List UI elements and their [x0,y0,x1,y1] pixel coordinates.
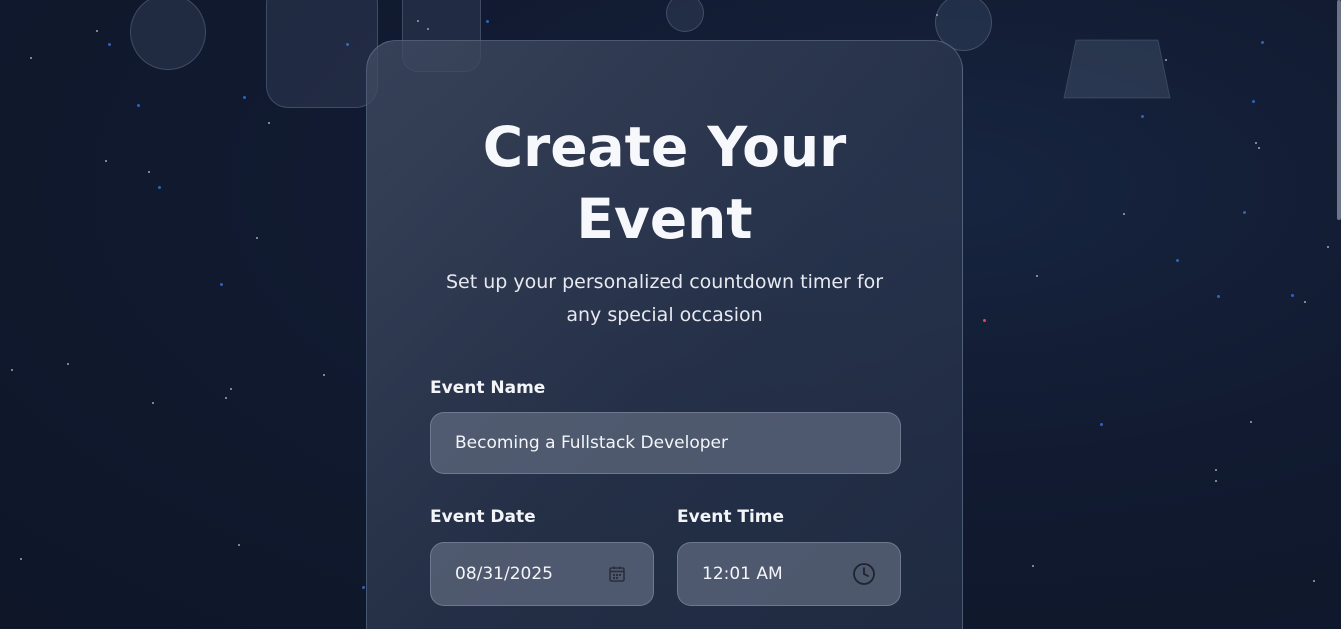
star [1217,295,1220,298]
create-event-card: Create Your Event Set up your personaliz… [366,40,963,629]
event-name-value: Becoming a Fullstack Developer [455,433,728,453]
star [983,319,986,322]
star [152,402,154,404]
star [1261,41,1264,44]
star [1252,100,1255,103]
star [1250,421,1252,423]
star [1215,469,1217,471]
star [1036,275,1038,277]
star [243,96,246,99]
star [148,171,150,173]
star [1258,147,1260,149]
star [137,104,140,107]
star [96,30,98,32]
page-scrollbar[interactable] [1337,0,1341,220]
star [20,558,22,560]
floating-square-shape [266,0,378,108]
star [486,20,489,23]
star [230,388,232,390]
event-time-label: Event Time [677,507,785,527]
star [11,369,13,371]
star [1313,580,1315,582]
star [105,160,107,162]
event-name-label: Event Name [430,378,546,398]
star [1291,294,1294,297]
star [268,122,270,124]
star [362,586,365,589]
star [238,544,240,546]
star [1100,423,1103,426]
page-title: Create Your Event [482,115,847,251]
star [1255,142,1257,144]
clock-icon[interactable] [852,562,876,586]
star [67,363,69,365]
event-time-input[interactable]: 12:01 AM [677,542,901,606]
event-date-value: 08/31/2025 [455,564,553,584]
star [225,397,227,399]
star [220,283,223,286]
star [1327,246,1329,248]
page-subtitle: Set up your personalized countdown timer… [445,271,884,326]
star [256,237,258,239]
event-date-label: Event Date [430,507,536,527]
star [1141,115,1144,118]
calendar-icon[interactable] [605,562,629,586]
floating-trapezoid-shape [1063,39,1171,99]
star [1123,213,1125,215]
event-time-value: 12:01 AM [702,564,783,584]
star [30,57,32,59]
star [1215,480,1217,482]
event-date-input[interactable]: 08/31/2025 [430,542,654,606]
star [1176,259,1179,262]
star [108,43,111,46]
event-name-input[interactable]: Becoming a Fullstack Developer [430,412,901,474]
star [323,374,325,376]
star [1243,211,1246,214]
star [158,186,161,189]
star [1304,301,1306,303]
star [1032,565,1034,567]
